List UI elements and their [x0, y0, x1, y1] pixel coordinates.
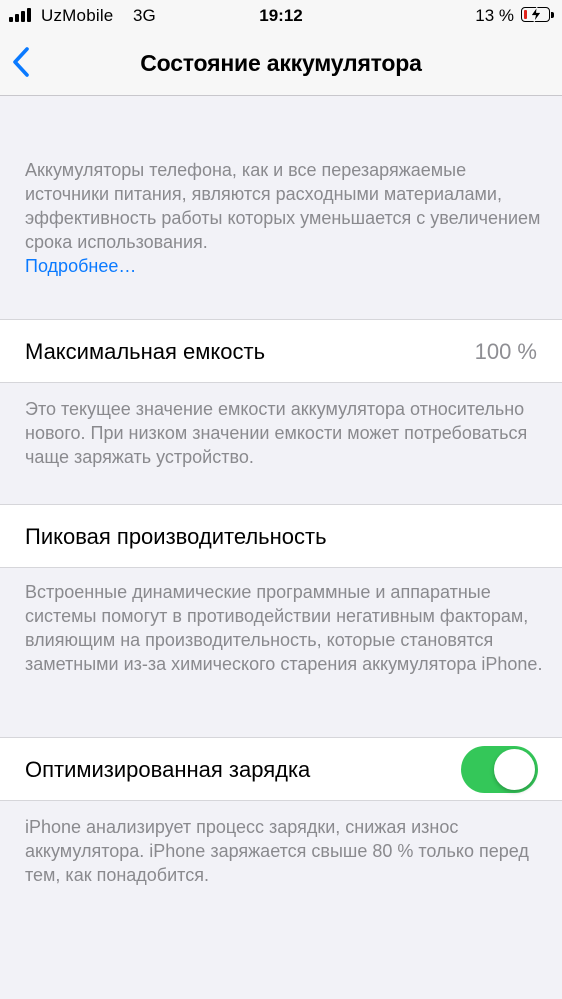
peak-performance-footer: Встроенные динамические программные и ап…	[25, 582, 543, 674]
status-bar: UzMobile 3G 19:12 13 %	[0, 0, 562, 32]
charging-bolt-icon	[530, 7, 542, 22]
max-capacity-footer: Это текущее значение емкости аккумулятор…	[25, 399, 528, 467]
page-title: Состояние аккумулятора	[140, 50, 422, 76]
learn-more-link[interactable]: Подробнее…	[25, 254, 545, 278]
optimized-charging-footer: iPhone анализирует процесс зарядки, сниж…	[25, 817, 529, 885]
battery-icon	[521, 7, 550, 22]
peak-performance-cell: Пиковая производительность	[0, 504, 562, 568]
navigation-bar: Состояние аккумулятора	[0, 32, 562, 96]
battery-percent: 13 %	[475, 6, 514, 25]
optimized-charging-toggle[interactable]	[461, 746, 538, 793]
battery-cap	[551, 12, 554, 18]
optimized-charging-label: Оптимизированная зарядка	[25, 757, 311, 782]
optimized-charging-cell: Оптимизированная зарядка	[0, 737, 562, 801]
battery-level	[524, 10, 527, 19]
toggle-knob	[494, 749, 535, 790]
max-capacity-cell: Максимальная емкость 100 %	[0, 319, 562, 383]
peak-performance-label: Пиковая производительность	[25, 524, 327, 549]
intro-text: Аккумуляторы телефона, как и все перезар…	[25, 160, 541, 252]
intro-section: Аккумуляторы телефона, как и все перезар…	[25, 158, 545, 278]
max-capacity-label: Максимальная емкость	[25, 339, 266, 364]
max-capacity-value: 100 %	[474, 339, 537, 364]
